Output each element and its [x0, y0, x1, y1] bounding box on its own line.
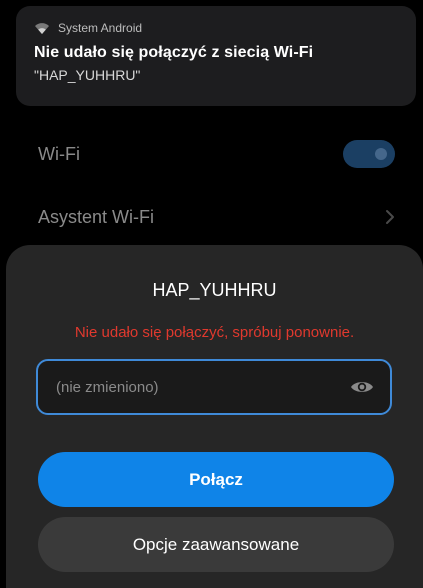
wifi-setting-row[interactable]: Wi-Fi [38, 140, 395, 168]
wifi-assistant-label: Asystent Wi-Fi [38, 206, 155, 227]
wifi-label: Wi-Fi [38, 143, 80, 164]
connect-button[interactable]: Połącz [38, 452, 394, 507]
chevron-right-icon [386, 210, 394, 224]
connect-dialog: HAP_YUHHRU Nie udało się połączyć, sprób… [6, 245, 423, 588]
notification-app-name: System Android [58, 21, 143, 35]
wifi-icon [35, 23, 49, 34]
notification-header: System Android [34, 18, 398, 38]
dialog-title: HAP_YUHHRU [152, 280, 277, 300]
notification-title: Nie udało się połączyć z siecią Wi-Fi [34, 44, 314, 61]
advanced-options-button[interactable]: Opcje zaawansowane [38, 517, 394, 572]
notification-card[interactable]: System Android Nie udało się połączyć z … [16, 6, 416, 106]
password-field[interactable] [36, 359, 392, 415]
eye-icon[interactable] [350, 379, 374, 395]
error-message: Nie udało się połączyć, spróbuj ponownie… [74, 324, 355, 341]
screen: System Android Nie udało się połączyć z … [0, 0, 423, 588]
wifi-toggle[interactable] [343, 140, 395, 168]
toggle-knob [375, 148, 387, 160]
notification-body: "HAP_YUHHRU" [34, 67, 141, 83]
wifi-assistant-row[interactable]: Asystent Wi-Fi [38, 203, 395, 231]
password-input[interactable] [54, 377, 350, 397]
